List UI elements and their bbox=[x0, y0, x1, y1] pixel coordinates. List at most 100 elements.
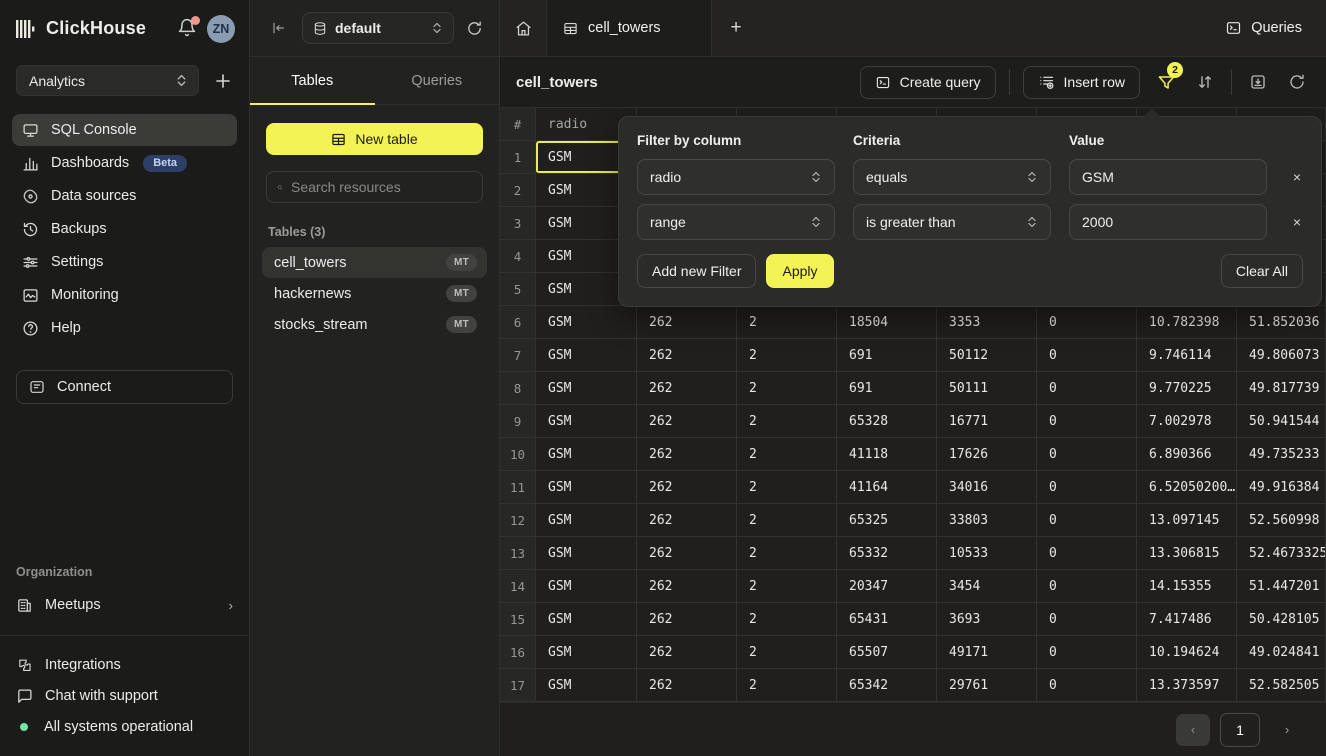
table-cell[interactable]: 51.447201 bbox=[1237, 570, 1326, 603]
table-cell[interactable]: GSM bbox=[536, 471, 637, 504]
table-cell[interactable]: 41164 bbox=[837, 471, 937, 504]
clear-all-filters-button[interactable]: Clear All bbox=[1221, 254, 1303, 288]
table-cell[interactable]: 16771 bbox=[937, 405, 1037, 438]
table-cell[interactable]: 65507 bbox=[837, 636, 937, 669]
table-cell[interactable]: 0 bbox=[1037, 669, 1137, 702]
previous-page-button[interactable]: ‹ bbox=[1176, 714, 1210, 746]
table-cell[interactable]: 262 bbox=[637, 537, 737, 570]
table-cell[interactable]: 2 bbox=[737, 306, 837, 339]
table-cell[interactable]: 262 bbox=[637, 306, 737, 339]
table-cell[interactable]: 7.002978 bbox=[1137, 405, 1237, 438]
current-page-indicator[interactable]: 1 bbox=[1220, 713, 1260, 747]
table-cell[interactable]: GSM bbox=[536, 372, 637, 405]
filter-button[interactable]: 2 bbox=[1153, 69, 1179, 95]
table-cell[interactable]: 262 bbox=[637, 471, 737, 504]
sort-button[interactable] bbox=[1192, 69, 1218, 95]
table-cell[interactable]: 49.817739 bbox=[1237, 372, 1326, 405]
table-cell[interactable]: 6.52050200… bbox=[1137, 471, 1237, 504]
sidebar-item-monitoring[interactable]: Monitoring bbox=[12, 279, 237, 311]
table-cell[interactable]: 2 bbox=[737, 669, 837, 702]
sidebar-item-integrations[interactable]: Integrations bbox=[16, 654, 233, 676]
table-cell[interactable]: 2 bbox=[737, 636, 837, 669]
table-cell[interactable]: 65342 bbox=[837, 669, 937, 702]
table-cell[interactable]: 13.373597 bbox=[1137, 669, 1237, 702]
table-cell[interactable]: 0 bbox=[1037, 372, 1137, 405]
table-cell[interactable]: 9.770225 bbox=[1137, 372, 1237, 405]
table-cell[interactable]: 2 bbox=[737, 372, 837, 405]
home-tab[interactable] bbox=[500, 0, 547, 56]
download-button[interactable] bbox=[1245, 69, 1271, 95]
table-cell[interactable]: 2 bbox=[737, 471, 837, 504]
workspace-selector[interactable]: Analytics bbox=[16, 65, 199, 96]
table-cell[interactable]: 2 bbox=[737, 603, 837, 636]
table-cell[interactable]: 18504 bbox=[837, 306, 937, 339]
table-cell[interactable]: 14.15355 bbox=[1137, 570, 1237, 603]
queries-link[interactable]: Queries bbox=[1201, 0, 1326, 56]
filter-criteria-select-2[interactable]: is greater than bbox=[853, 204, 1051, 240]
filter-value-input-2[interactable] bbox=[1082, 214, 1254, 230]
table-cell[interactable]: 6.890366 bbox=[1137, 438, 1237, 471]
table-cell[interactable]: 0 bbox=[1037, 636, 1137, 669]
table-cell[interactable]: 34016 bbox=[937, 471, 1037, 504]
new-tab-button[interactable]: + bbox=[712, 0, 760, 56]
table-cell[interactable]: 262 bbox=[637, 504, 737, 537]
clickhouse-logo[interactable]: ClickHouse bbox=[16, 18, 169, 39]
table-cell[interactable]: 10533 bbox=[937, 537, 1037, 570]
table-cell[interactable]: 49.806073 bbox=[1237, 339, 1326, 372]
table-cell[interactable]: 0 bbox=[1037, 603, 1137, 636]
table-cell[interactable]: 49171 bbox=[937, 636, 1037, 669]
table-list-item-hackernews[interactable]: hackernewsMT bbox=[262, 278, 487, 309]
table-cell[interactable]: 50.941544 bbox=[1237, 405, 1326, 438]
refresh-table-button[interactable] bbox=[1284, 69, 1310, 95]
table-cell[interactable]: 0 bbox=[1037, 471, 1137, 504]
tab-tables[interactable]: Tables bbox=[250, 57, 375, 104]
new-table-button[interactable]: New table bbox=[266, 123, 483, 155]
table-cell[interactable]: 33803 bbox=[937, 504, 1037, 537]
table-cell[interactable]: 50.428105 bbox=[1237, 603, 1326, 636]
system-status-item[interactable]: All systems operational bbox=[16, 716, 233, 738]
table-cell[interactable]: 13.306815 bbox=[1137, 537, 1237, 570]
table-cell[interactable]: GSM bbox=[536, 504, 637, 537]
table-cell[interactable]: 13.097145 bbox=[1137, 504, 1237, 537]
search-resources-input[interactable] bbox=[291, 179, 472, 195]
table-cell[interactable]: 20347 bbox=[837, 570, 937, 603]
table-cell[interactable]: 3353 bbox=[937, 306, 1037, 339]
table-cell[interactable]: 0 bbox=[1037, 306, 1137, 339]
table-cell[interactable]: 0 bbox=[1037, 405, 1137, 438]
remove-filter-1-button[interactable]: × bbox=[1285, 165, 1309, 189]
table-cell[interactable]: GSM bbox=[536, 669, 637, 702]
sidebar-item-settings[interactable]: Settings bbox=[12, 246, 237, 278]
table-cell[interactable]: 29761 bbox=[937, 669, 1037, 702]
table-cell[interactable]: GSM bbox=[536, 306, 637, 339]
table-cell[interactable]: 691 bbox=[837, 339, 937, 372]
filter-criteria-select-1[interactable]: equals bbox=[853, 159, 1051, 195]
table-cell[interactable]: 3693 bbox=[937, 603, 1037, 636]
table-cell[interactable]: 2 bbox=[737, 537, 837, 570]
insert-row-button[interactable]: Insert row bbox=[1023, 66, 1140, 99]
table-cell[interactable]: 49.735233 bbox=[1237, 438, 1326, 471]
table-list-item-cell_towers[interactable]: cell_towersMT bbox=[262, 247, 487, 278]
table-cell[interactable]: GSM bbox=[536, 636, 637, 669]
remove-filter-2-button[interactable]: × bbox=[1285, 210, 1309, 234]
table-cell[interactable]: 50111 bbox=[937, 372, 1037, 405]
column-header[interactable]: # bbox=[500, 108, 536, 141]
notifications-bell-icon[interactable] bbox=[177, 18, 199, 40]
table-cell[interactable]: 9.746114 bbox=[1137, 339, 1237, 372]
table-cell[interactable]: 17626 bbox=[937, 438, 1037, 471]
sidebar-item-sql-console[interactable]: SQL Console bbox=[12, 114, 237, 146]
table-cell[interactable]: 7.417486 bbox=[1137, 603, 1237, 636]
table-cell[interactable]: GSM bbox=[536, 570, 637, 603]
table-cell[interactable]: GSM bbox=[536, 405, 637, 438]
tab-cell-towers[interactable]: cell_towers bbox=[547, 0, 712, 56]
refresh-panel-button[interactable] bbox=[464, 18, 485, 39]
table-cell[interactable]: 262 bbox=[637, 438, 737, 471]
table-cell[interactable]: 3454 bbox=[937, 570, 1037, 603]
table-cell[interactable]: 65328 bbox=[837, 405, 937, 438]
sidebar-item-help[interactable]: Help bbox=[12, 312, 237, 344]
table-cell[interactable]: 262 bbox=[637, 636, 737, 669]
table-cell[interactable]: 262 bbox=[637, 669, 737, 702]
sidebar-item-chat-support[interactable]: Chat with support bbox=[16, 685, 233, 707]
table-cell[interactable]: GSM bbox=[536, 339, 637, 372]
table-cell[interactable]: 691 bbox=[837, 372, 937, 405]
table-cell[interactable]: 65332 bbox=[837, 537, 937, 570]
